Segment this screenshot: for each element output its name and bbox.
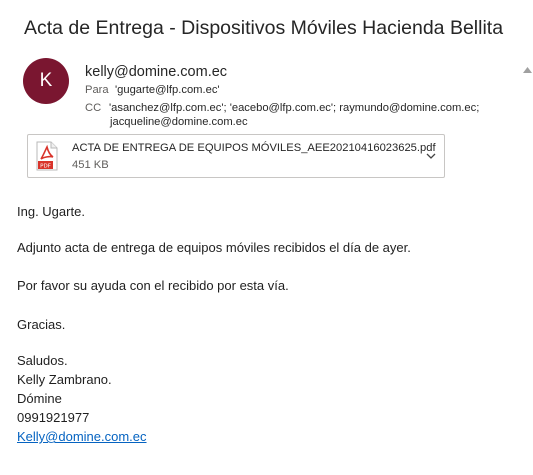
thanks: Gracias. [17, 317, 66, 332]
signature-name: Kelly Zambrano. [17, 372, 112, 387]
pdf-file-icon: PDF [36, 141, 58, 171]
chevron-down-icon[interactable] [425, 149, 437, 161]
signature-phone: 0991921977 [17, 410, 90, 425]
body-paragraph-1: Adjunto acta de entrega de equipos móvil… [17, 240, 411, 255]
regards: Saludos. [17, 353, 68, 368]
greeting: Ing. Ugarte. [17, 204, 85, 219]
pdf-badge-text: PDF [40, 164, 51, 170]
cc-recipients-continued[interactable]: jacqueline@domine.com.ec [110, 116, 248, 128]
attachment-filename[interactable]: ACTA DE ENTREGA DE EQUIPOS MÓVILES_AEE20… [72, 142, 436, 154]
sender-address[interactable]: kelly@domine.com.ec [85, 64, 227, 80]
attachment-size: 451 KB [72, 159, 109, 171]
cc-label: CC [85, 102, 102, 114]
scroll-up-icon[interactable] [522, 64, 533, 76]
to-recipient[interactable]: 'gugarte@lfp.com.ec' [115, 84, 220, 96]
body-paragraph-2: Por favor su ayuda con el recibido por e… [17, 278, 289, 293]
signature-email-link[interactable]: Kelly@domine.com.ec [17, 429, 147, 444]
signature-company: Dómine [17, 391, 62, 406]
cc-recipients[interactable]: 'asanchez@lfp.com.ec'; 'eacebo@lfp.com.e… [109, 102, 479, 114]
avatar[interactable]: K [23, 58, 69, 104]
to-row: Para 'gugarte@lfp.com.ec' [85, 84, 220, 96]
attachment-card[interactable]: PDF ACTA DE ENTREGA DE EQUIPOS MÓVILES_A… [27, 134, 445, 178]
email-subject: Acta de Entrega - Dispositivos Móviles H… [24, 17, 504, 39]
cc-row: CC 'asanchez@lfp.com.ec'; 'eacebo@lfp.com… [85, 102, 479, 114]
to-label: Para [85, 84, 109, 96]
